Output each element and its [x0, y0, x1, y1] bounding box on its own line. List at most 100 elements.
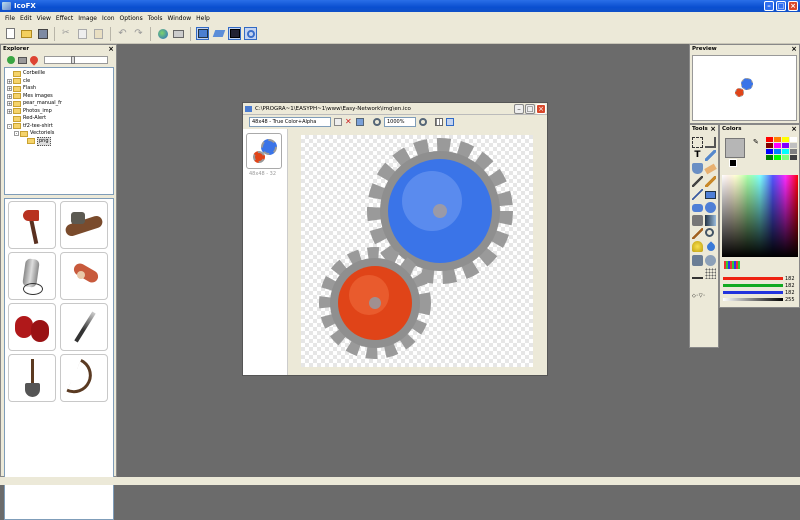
minimize-button[interactable]: –: [764, 1, 774, 11]
tree-item-tf2-tee-shirt[interactable]: - tf2-tee-shirt: [7, 123, 111, 131]
thumbnail-fire-axe[interactable]: [8, 201, 56, 249]
rectangle-icon[interactable]: [705, 191, 716, 199]
zoom-in-icon[interactable]: [419, 118, 427, 126]
expand-icon[interactable]: +: [7, 78, 12, 84]
channel-mode-icon[interactable]: [724, 261, 740, 269]
refresh-icon[interactable]: [7, 56, 15, 64]
copy-button[interactable]: [76, 27, 89, 40]
dropper-icon[interactable]: [692, 228, 703, 239]
swatch-lime[interactable]: [774, 155, 781, 160]
menu-effect[interactable]: Effect: [56, 15, 73, 22]
expand-icon[interactable]: +: [7, 101, 12, 107]
format-select[interactable]: 48x48 - True Color+Alpha: [249, 117, 331, 127]
color-picker-icon[interactable]: ✎: [753, 138, 759, 146]
drive-icon[interactable]: [18, 56, 27, 64]
light-icon[interactable]: [692, 241, 703, 252]
swatch-dark-gray[interactable]: [790, 155, 797, 160]
menu-edit[interactable]: Edit: [20, 15, 32, 22]
menu-help[interactable]: Help: [196, 15, 210, 22]
tree-item-photos-imp[interactable]: + Photos_imp: [7, 108, 111, 116]
swatch-magenta[interactable]: [774, 143, 781, 148]
blue-slider[interactable]: [723, 291, 783, 294]
drop-icon[interactable]: [705, 241, 717, 253]
swatch-purple[interactable]: [782, 143, 789, 148]
zoom-tool-icon[interactable]: [705, 228, 714, 237]
swatch-blue[interactable]: [766, 149, 773, 154]
tree-item-pear-manual[interactable]: + pear_manual_fr: [7, 100, 111, 108]
ellipse-icon[interactable]: [705, 202, 716, 213]
brush-icon[interactable]: [705, 176, 716, 187]
undo-button[interactable]: ↶: [116, 27, 129, 40]
select-rect-icon[interactable]: [692, 137, 703, 148]
print-button[interactable]: [172, 27, 185, 40]
swatch-light-green[interactable]: [782, 155, 789, 160]
grid-toggle-icon[interactable]: [435, 118, 443, 126]
web-button[interactable]: [156, 27, 169, 40]
new-format-icon[interactable]: [334, 118, 342, 126]
thumbnail-sandvich[interactable]: [60, 201, 108, 249]
swatch-maroon[interactable]: [766, 143, 773, 148]
tree-item-red-alert[interactable]: Red-Alert: [7, 115, 111, 123]
swatch-white[interactable]: [790, 137, 797, 142]
menu-icon[interactable]: Icon: [102, 15, 115, 22]
doc-close-button[interactable]: ×: [536, 104, 546, 114]
alpha-slider[interactable]: [723, 298, 783, 301]
thumbnail-boxing-gloves[interactable]: [8, 303, 56, 351]
expand-icon[interactable]: +: [7, 86, 12, 92]
swatch-red[interactable]: [766, 137, 773, 142]
expand-icon[interactable]: +: [7, 108, 12, 114]
new-button[interactable]: [4, 27, 17, 40]
open-button[interactable]: [20, 27, 33, 40]
swatch-silver[interactable]: [790, 143, 797, 148]
tree-item-vectoriels[interactable]: - Vectoriels: [7, 130, 111, 138]
pencil-icon[interactable]: [692, 176, 703, 187]
swatch-green[interactable]: [766, 155, 773, 160]
text-icon[interactable]: T: [692, 150, 703, 161]
tree-item-mes-images[interactable]: + Mes images: [7, 93, 111, 101]
save-button[interactable]: [36, 27, 49, 40]
tree-item-cle[interactable]: + cle: [7, 78, 111, 86]
swatch-azure[interactable]: [774, 149, 781, 154]
expand-icon[interactable]: +: [7, 93, 12, 99]
thumbnail-size-slider[interactable]: [44, 56, 108, 64]
eraser-icon[interactable]: [704, 163, 717, 175]
tools-close-button[interactable]: ×: [710, 125, 716, 134]
colors-toggle-button[interactable]: [228, 27, 241, 40]
menu-view[interactable]: View: [37, 15, 51, 22]
preview-close-button[interactable]: ×: [791, 45, 797, 54]
import-format-icon[interactable]: [356, 118, 364, 126]
swatch-cyan[interactable]: [782, 149, 789, 154]
menu-window[interactable]: Window: [167, 15, 191, 22]
red-slider[interactable]: [723, 277, 783, 280]
maximize-button[interactable]: □: [776, 1, 786, 11]
blur-icon[interactable]: [705, 255, 716, 266]
preview-frame-icon[interactable]: [446, 118, 454, 126]
spray-icon[interactable]: [705, 268, 716, 279]
primary-color-swatch[interactable]: [725, 138, 745, 158]
menu-file[interactable]: File: [5, 15, 15, 22]
stamp-icon[interactable]: [692, 215, 703, 226]
collapse-icon[interactable]: -: [7, 123, 12, 129]
swatch-yellow[interactable]: [782, 137, 789, 142]
thumbnail-knife[interactable]: [60, 303, 108, 351]
cut-button[interactable]: ✂: [60, 27, 73, 40]
close-button[interactable]: ×: [788, 1, 798, 11]
gradient-icon[interactable]: [705, 215, 716, 226]
swatch-gray[interactable]: [790, 149, 797, 154]
color-spectrum[interactable]: [722, 175, 798, 257]
paste-button[interactable]: [92, 27, 105, 40]
doc-maximize-button[interactable]: □: [525, 104, 535, 114]
thumbnail-bow[interactable]: [60, 354, 108, 402]
thumbnail-shovel[interactable]: [8, 354, 56, 402]
tools-toggle-button[interactable]: [212, 27, 225, 40]
collapse-icon[interactable]: -: [14, 131, 19, 137]
menu-image[interactable]: Image: [78, 15, 97, 22]
green-slider[interactable]: [723, 284, 783, 287]
menu-options[interactable]: Options: [120, 15, 143, 22]
zoom-out-icon[interactable]: [373, 118, 381, 126]
slider-thumb[interactable]: [71, 56, 75, 64]
thumbnail-bandage[interactable]: [60, 252, 108, 300]
line-icon[interactable]: [692, 189, 703, 200]
menu-tools[interactable]: Tools: [148, 15, 163, 22]
swatch-orange[interactable]: [774, 137, 781, 142]
